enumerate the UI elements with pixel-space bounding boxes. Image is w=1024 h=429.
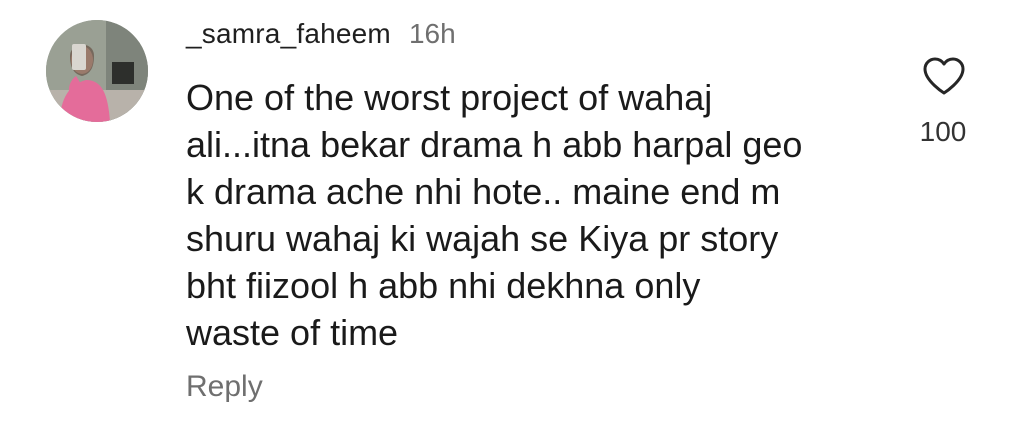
comment-text-line: bht fiizool h abb nhi dekhna only (186, 265, 701, 306)
avatar-photo (46, 20, 148, 122)
comment-text-line: One of the worst project of wahaj (186, 77, 713, 118)
like-button[interactable] (914, 56, 974, 100)
heart-outline-icon (923, 57, 965, 95)
like-count: 100 (919, 116, 967, 147)
comment-text-line: k drama ache nhi hote.. maine end m (186, 171, 781, 212)
comment-text-line: waste of time (186, 312, 399, 353)
comment-item: _samra_faheem 16h One of the worst proje… (0, 0, 1024, 429)
avatar[interactable] (46, 20, 148, 122)
comment-text-line: shuru wahaj ki wajah se Kiya pr story (186, 218, 779, 259)
reply-button[interactable]: Reply (186, 370, 263, 404)
comment-text-line: ali...itna bekar drama h abb harpal geo (186, 124, 803, 165)
username[interactable]: _samra_faheem (186, 18, 391, 50)
comment-text: One of the worst project of wahaj ali...… (186, 74, 886, 356)
comment-header: _samra_faheem 16h (186, 18, 456, 52)
timestamp: 16h (408, 18, 456, 49)
